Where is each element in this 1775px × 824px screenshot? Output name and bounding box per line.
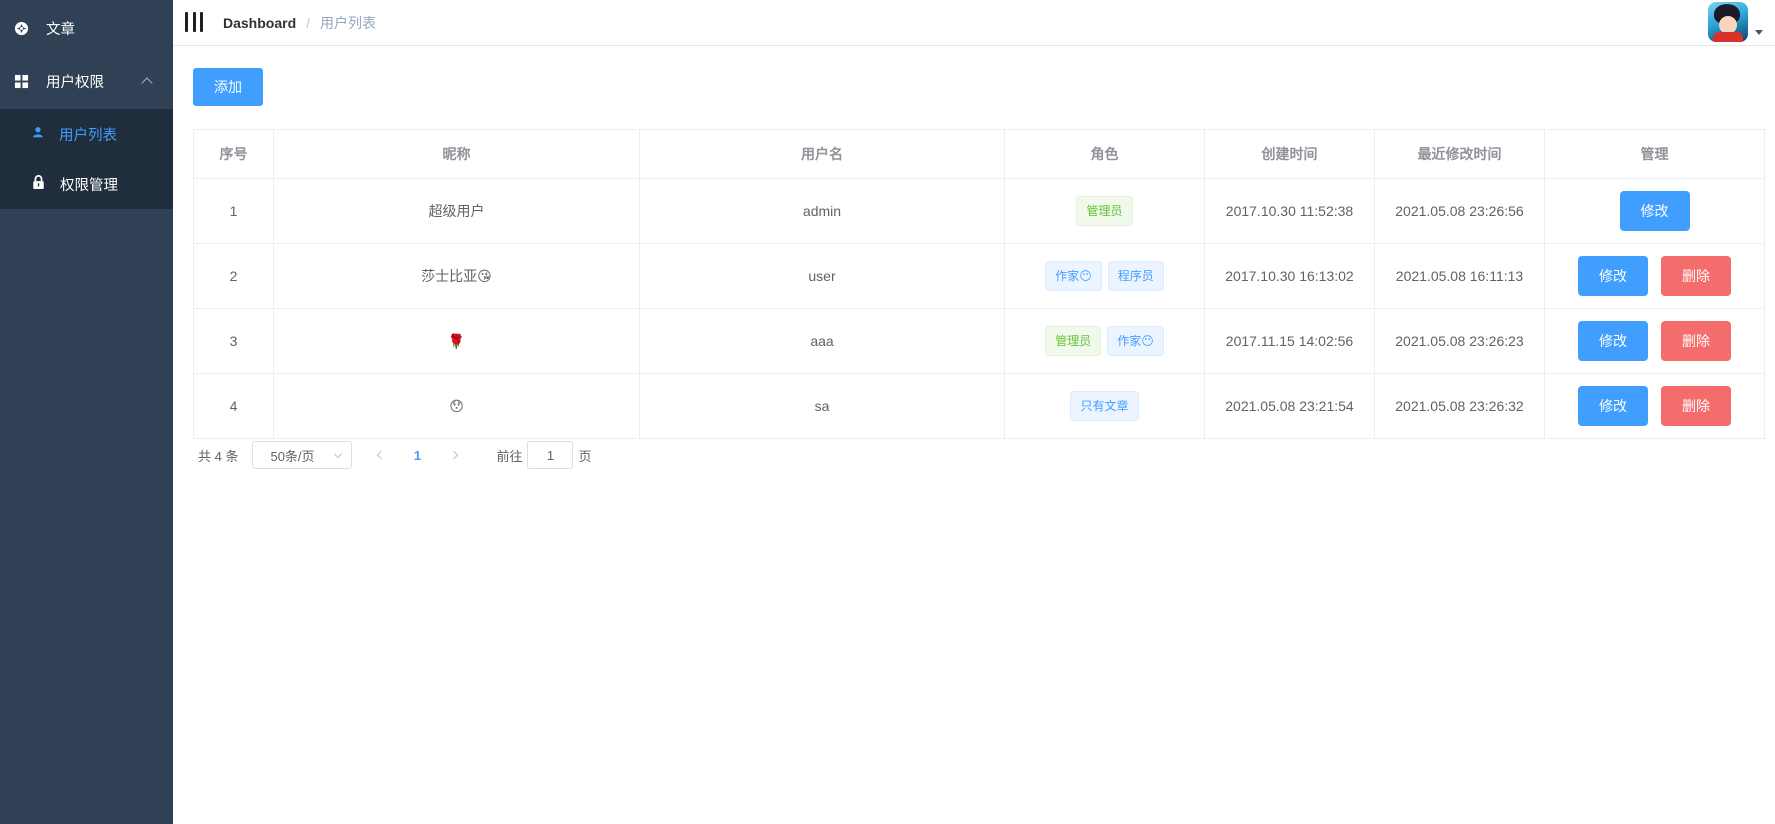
cell-nickname: 超级用户	[274, 179, 640, 243]
cell-username: admin	[640, 179, 1005, 243]
column-header: 昵称	[274, 130, 640, 178]
cell-index: 3	[194, 309, 274, 373]
chevron-up-icon	[141, 77, 153, 89]
user-icon	[32, 126, 44, 142]
column-header: 角色	[1005, 130, 1205, 178]
column-header: 管理	[1640, 146, 1669, 162]
role-tag: 作家😶	[1045, 261, 1102, 291]
sidebar-item-articles[interactable]: 文章	[0, 0, 173, 56]
column-header: 序号	[194, 130, 274, 178]
app-root: 文章 用户权限 用户列表 权限管理 Dashboard / 用户列表 添加 序号…	[0, 0, 1775, 824]
breadcrumb-separator: /	[306, 15, 311, 31]
column-header: 用户名	[640, 130, 1005, 178]
add-button[interactable]: 添加	[193, 68, 263, 106]
column-header: 最近修改时间	[1375, 130, 1545, 178]
cell-roles: 作家😶 程序员	[1005, 244, 1205, 308]
delete-button[interactable]: 删除	[1661, 386, 1731, 426]
pagination-total: 共 4 条	[198, 448, 239, 464]
page-size-value: 50条/页	[270, 448, 315, 464]
compass-icon	[12, 21, 30, 36]
role-tag: 管理员	[1045, 326, 1102, 356]
table-header-row: 序号 昵称 用户名 角色 创建时间 最近修改时间 管理	[194, 130, 1764, 179]
breadcrumb-item-dashboard[interactable]: Dashboard	[223, 15, 296, 31]
cell-index: 4	[194, 374, 274, 438]
pagination: 共 4 条 50条/页 1 前往 页	[198, 441, 592, 469]
cell-nickname: 莎士比亚😘	[274, 244, 640, 308]
grid-icon	[12, 74, 30, 89]
cell-actions: 修改 删除	[1545, 374, 1764, 438]
sidebar-item-permission-management[interactable]: 权限管理	[0, 159, 173, 209]
cell-created: 2017.10.30 16:13:02	[1205, 244, 1375, 308]
cell-created: 2017.11.15 14:02:56	[1205, 309, 1375, 373]
cell-index: 1	[194, 179, 274, 243]
next-page-button[interactable]	[440, 441, 470, 469]
goto-page: 前往 页	[496, 441, 592, 469]
cell-roles: 只有文章	[1005, 374, 1205, 438]
navbar: Dashboard / 用户列表	[173, 0, 1775, 46]
sidebar-item-label: 用户权限	[46, 74, 104, 91]
cell-actions: 修改 删除	[1545, 244, 1764, 308]
chevron-down-icon	[334, 449, 343, 459]
cell-nickname: 🌹	[274, 309, 640, 373]
cell-created: 2017.10.30 11:52:38	[1205, 179, 1375, 243]
delete-button[interactable]: 删除	[1661, 256, 1731, 296]
goto-page-input[interactable]	[527, 441, 574, 469]
sidebar-item-label: 权限管理	[60, 177, 118, 194]
cell-username: aaa	[640, 309, 1005, 373]
cell-created: 2021.05.08 23:21:54	[1205, 374, 1375, 438]
sidebar-item-label: 文章	[46, 21, 75, 38]
table-row: 3 🌹 aaa 管理员 作家😶 2017.11.15 14:02:56 2021.05.08…	[194, 309, 1764, 374]
page-size-select[interactable]: 50条/页	[252, 441, 353, 469]
breadcrumb: Dashboard / 用户列表	[223, 13, 376, 33]
avatar[interactable]	[1708, 2, 1748, 42]
table-body: 1 超级用户 admin 管理员 2017.10.30 11:52:38 2021.05.…	[194, 179, 1764, 438]
cell-index: 2	[194, 244, 274, 308]
goto-suffix: 页	[578, 448, 592, 464]
sidebar-item-label: 用户列表	[59, 127, 117, 144]
table-row: 2 莎士比亚😘 user 作家😶 程序员 2017.10.30 16:13:02 2021.…	[194, 244, 1764, 309]
table-row: 1 超级用户 admin 管理员 2017.10.30 11:52:38 2021.05.…	[194, 179, 1764, 244]
user-table: 序号 昵称 用户名 角色 创建时间 最近修改时间 管理 1 超级用户 admin 管理…	[193, 129, 1765, 439]
role-tag: 程序员	[1107, 261, 1164, 291]
chevron-right-icon	[449, 450, 459, 460]
sidebar: 文章 用户权限 用户列表 权限管理	[0, 0, 173, 824]
sidebar-item-user-list[interactable]: 用户列表	[0, 109, 173, 159]
edit-button[interactable]: 修改	[1578, 256, 1648, 296]
role-tag: 作家😶	[1107, 326, 1164, 356]
role-tag: 只有文章	[1070, 391, 1139, 421]
cell-roles: 管理员 作家😶	[1005, 309, 1205, 373]
role-tag: 管理员	[1076, 196, 1133, 226]
delete-button[interactable]: 删除	[1661, 321, 1731, 361]
edit-button[interactable]: 修改	[1619, 191, 1690, 231]
cell-username: user	[640, 244, 1005, 308]
cell-nickname: 😯	[274, 374, 640, 438]
cell-modified: 2021.05.08 23:26:23	[1375, 309, 1545, 373]
edit-button[interactable]: 修改	[1578, 321, 1648, 361]
page-number[interactable]: 1	[402, 441, 432, 469]
cell-roles: 管理员	[1005, 179, 1205, 243]
breadcrumb-item-current: 用户列表	[320, 15, 377, 31]
cell-modified: 2021.05.08 23:26:56	[1375, 179, 1545, 243]
prev-page-button[interactable]	[364, 441, 394, 469]
edit-button[interactable]: 修改	[1578, 386, 1648, 426]
cell-modified: 2021.05.08 16:11:13	[1375, 244, 1545, 308]
goto-prefix: 前往	[496, 448, 523, 464]
caret-down-icon[interactable]	[1755, 30, 1763, 35]
column-header: 创建时间	[1205, 130, 1375, 178]
cell-actions: 修改 删除	[1545, 309, 1764, 373]
chevron-left-icon	[376, 450, 386, 460]
table-row: 4 😯 sa 只有文章 2021.05.08 23:21:54 2021.05.08 23…	[194, 374, 1764, 438]
lock-icon	[32, 175, 45, 193]
cell-actions: 修改	[1545, 179, 1764, 243]
cell-modified: 2021.05.08 23:26:32	[1375, 374, 1545, 438]
sidebar-item-user-permissions[interactable]: 用户权限	[0, 53, 173, 109]
hamburger-icon[interactable]	[185, 12, 203, 32]
cell-username: sa	[640, 374, 1005, 438]
